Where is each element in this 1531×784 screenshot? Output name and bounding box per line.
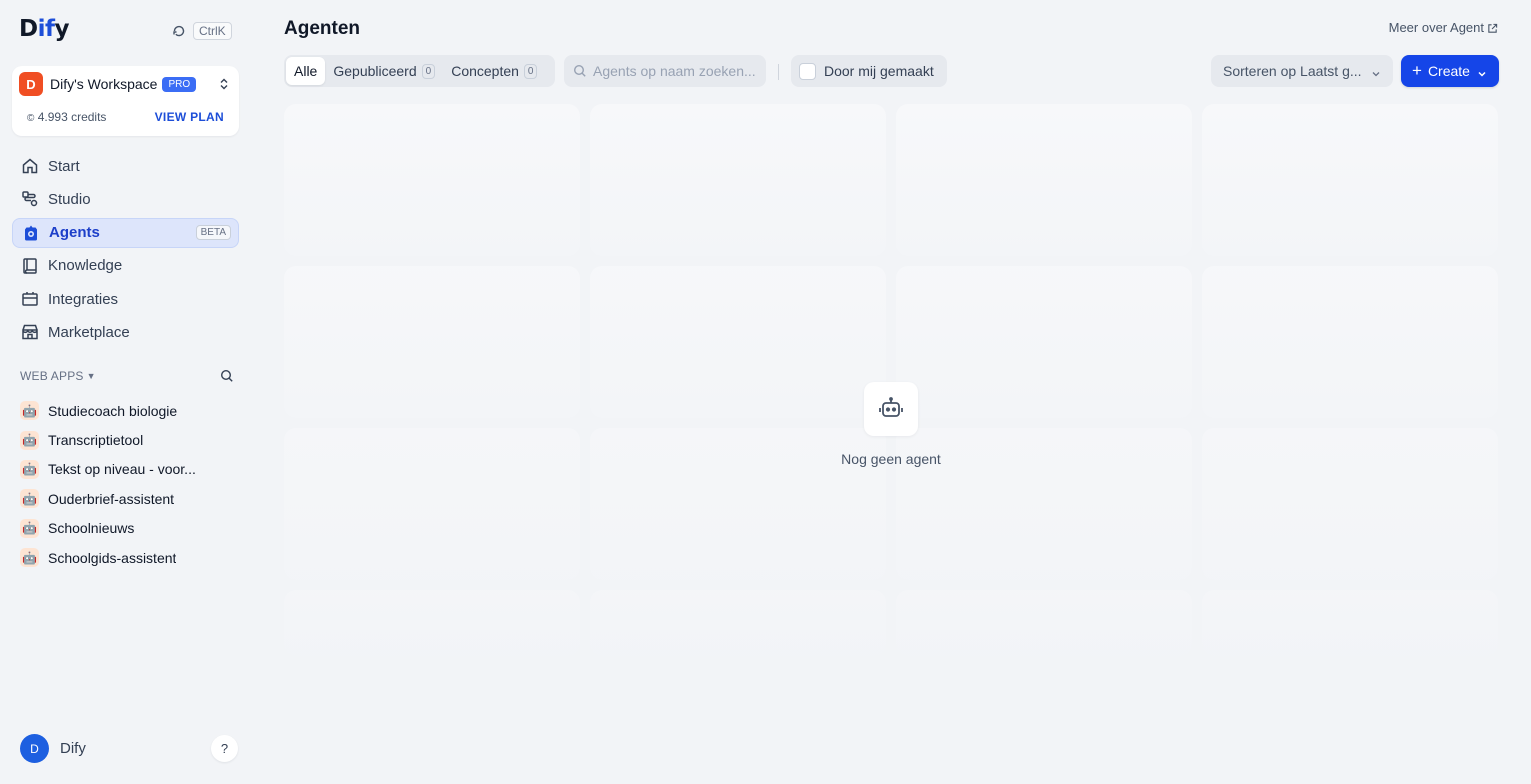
robot-emoji-icon: 🤖 <box>20 548 39 568</box>
placeholder-card <box>1202 104 1498 256</box>
workspace-avatar: D <box>19 72 43 96</box>
caret-down-icon[interactable]: ▼ <box>87 371 96 381</box>
web-apps-list: 🤖 Studiecoach biologie 🤖 Transcriptietoo… <box>20 396 240 572</box>
chevron-down-icon <box>1477 66 1487 77</box>
placeholder-card <box>896 104 1192 256</box>
help-button[interactable]: ? <box>211 735 238 762</box>
placeholder-card <box>1202 428 1498 580</box>
web-app-item[interactable]: 🤖 Ouderbrief-assistent <box>20 484 240 513</box>
created-by-me-checkbox[interactable] <box>799 62 816 80</box>
view-plan-link[interactable]: VIEW PLAN <box>155 110 224 124</box>
studio-icon <box>21 190 39 208</box>
search-icon[interactable] <box>220 369 234 383</box>
home-icon <box>21 157 39 175</box>
tab-drafts[interactable]: Concepten 0 <box>443 57 545 85</box>
nav-item-agents[interactable]: Agents BETA <box>12 217 239 248</box>
count-badge: 0 <box>421 63 436 79</box>
plan-badge: PRO <box>162 76 197 92</box>
workspace-switcher[interactable]: D Dify's Workspace PRO <box>19 72 231 96</box>
main-nav: Start Studio Agents BETA Knowledge Integ… <box>12 151 239 351</box>
divider <box>778 64 779 80</box>
placeholder-card <box>1202 266 1498 418</box>
sidebar: Dify CtrlK D Dify's Workspace PRO © 4.99… <box>0 0 252 784</box>
nav-item-integrations[interactable]: Integraties <box>12 284 239 314</box>
placeholder-card <box>284 104 580 256</box>
workspace-name: Dify's Workspace <box>50 76 158 92</box>
chevron-up-down-icon[interactable] <box>217 77 231 91</box>
placeholder-card <box>1202 590 1498 656</box>
count-badge: 0 <box>523 63 538 79</box>
nav-item-knowledge[interactable]: Knowledge <box>12 251 239 281</box>
robot-emoji-icon: 🤖 <box>20 401 39 421</box>
sort-dropdown[interactable]: Sorteren op Laatst g... <box>1211 55 1393 87</box>
search-refresh-icon <box>171 23 187 39</box>
credits-balance: © 4.993 credits <box>27 110 107 124</box>
agent-icon <box>22 224 40 242</box>
robot-icon <box>864 382 918 436</box>
empty-state: Nog geen agent <box>821 382 961 467</box>
plus-icon: + <box>1412 61 1422 80</box>
robot-emoji-icon: 🤖 <box>20 459 39 479</box>
placeholder-card <box>896 590 1192 656</box>
agent-search <box>564 55 766 87</box>
beta-badge: BETA <box>195 224 231 240</box>
web-apps-title[interactable]: WEB APPS <box>20 369 84 383</box>
web-app-item[interactable]: 🤖 Studiecoach biologie <box>20 396 240 425</box>
filter-tabs: Alle Gepubliceerd 0 Concepten 0 <box>284 55 555 87</box>
create-button[interactable]: + Create <box>1401 55 1499 87</box>
placeholder-card <box>590 104 886 256</box>
robot-emoji-icon: 🤖 <box>20 430 39 450</box>
empty-state-text: Nog geen agent <box>841 451 941 467</box>
page-title: Agenten <box>284 18 360 39</box>
web-apps-header: WEB APPS ▼ <box>20 368 234 384</box>
tab-published[interactable]: Gepubliceerd 0 <box>325 57 443 85</box>
created-by-me-filter[interactable]: Door mij gemaakt <box>791 55 947 87</box>
credits-icon: © <box>27 113 35 124</box>
search-icon <box>573 64 587 78</box>
workspace-card: D Dify's Workspace PRO © 4.993 credits V… <box>12 66 239 136</box>
robot-emoji-icon: 🤖 <box>20 518 39 538</box>
external-link-icon <box>1487 22 1498 33</box>
user-menu[interactable]: D Dify <box>20 734 86 763</box>
nav-item-marketplace[interactable]: Marketplace <box>12 317 239 347</box>
integrations-icon <box>21 290 39 308</box>
nav-item-start[interactable]: Start <box>12 151 239 181</box>
user-name: Dify <box>60 740 86 757</box>
sort-label: Sorteren op Laatst g... <box>1223 63 1362 79</box>
placeholder-card <box>284 266 580 418</box>
chevron-down-icon <box>1371 66 1381 77</box>
placeholder-card <box>284 428 580 580</box>
web-app-item[interactable]: 🤖 Schoolgids-assistent <box>20 543 240 572</box>
book-icon <box>21 257 39 275</box>
avatar: D <box>20 734 49 763</box>
dify-logo[interactable]: Dify <box>19 16 69 42</box>
web-app-item[interactable]: 🤖 Schoolnieuws <box>20 514 240 543</box>
robot-emoji-icon: 🤖 <box>20 489 39 509</box>
web-app-item[interactable]: 🤖 Transcriptietool <box>20 425 240 454</box>
global-search[interactable]: CtrlK <box>171 22 232 40</box>
nav-item-studio[interactable]: Studio <box>12 184 239 214</box>
placeholder-card <box>284 590 580 656</box>
search-input[interactable] <box>593 63 763 79</box>
placeholder-card <box>590 590 886 656</box>
store-icon <box>21 323 39 341</box>
about-agent-link[interactable]: Meer over Agent <box>1389 20 1498 35</box>
web-app-item[interactable]: 🤖 Tekst op niveau - voor... <box>20 455 240 484</box>
tab-all[interactable]: Alle <box>286 57 326 85</box>
shortcut-badge: CtrlK <box>193 22 232 40</box>
